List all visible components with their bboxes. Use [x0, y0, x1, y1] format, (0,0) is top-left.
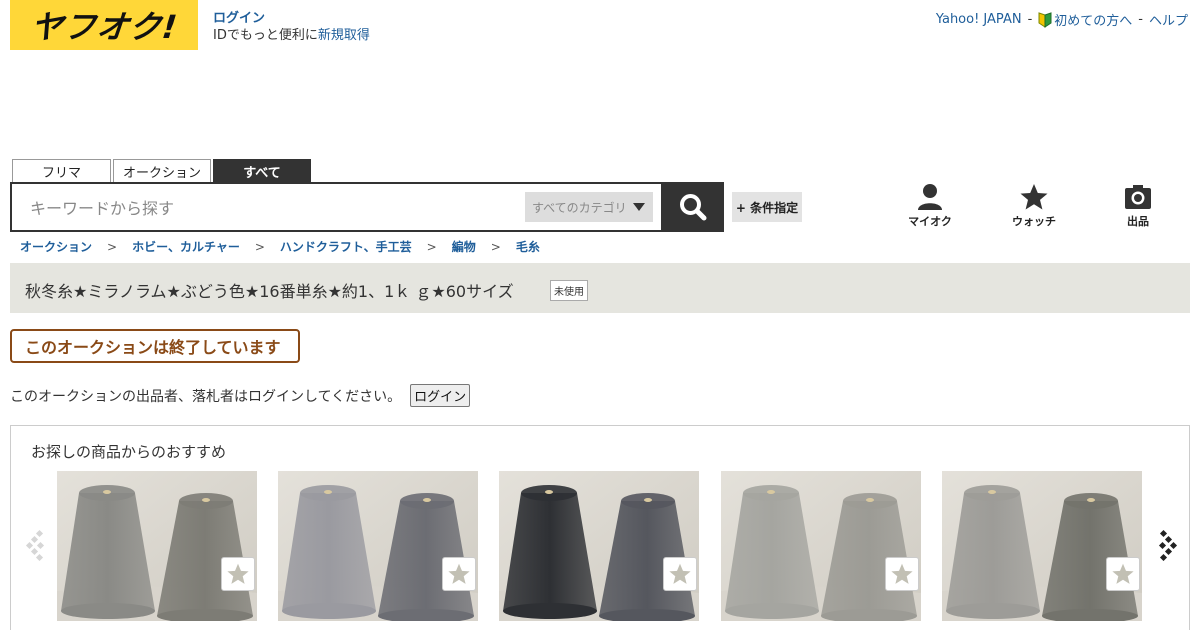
yarn-cone-photo	[499, 471, 699, 621]
tab-auction[interactable]: オークション	[113, 159, 211, 183]
my-auction-button[interactable]: マイオク	[895, 183, 965, 229]
watch-button[interactable]	[885, 557, 919, 591]
search-tabs: フリマ オークション すべて	[12, 159, 311, 183]
star-icon	[227, 563, 249, 584]
recommended-item[interactable]	[721, 471, 921, 621]
star-icon	[448, 563, 470, 584]
login-link[interactable]: ログイン	[213, 11, 265, 26]
sell-label: 出品	[1127, 215, 1149, 228]
recommended-item[interactable]	[942, 471, 1142, 621]
breadcrumb-separator: >	[490, 239, 501, 254]
yahoo-japan-link[interactable]: Yahoo! JAPAN	[936, 12, 1022, 27]
logo-text: ヤフオク!	[28, 8, 180, 46]
breadcrumb-separator: >	[107, 239, 118, 254]
carousel-next-arrow-icon[interactable]	[1156, 529, 1178, 561]
camera-icon	[1125, 185, 1151, 209]
user-icon	[918, 184, 942, 210]
chevron-down-icon	[633, 203, 645, 211]
breadcrumb-auction[interactable]: オークション	[20, 238, 92, 255]
star-icon	[1112, 563, 1134, 584]
login-notice-text: このオークションの出品者、落札者はログインしてください。	[10, 388, 402, 405]
recommended-item[interactable]	[278, 471, 478, 621]
breadcrumb-yarn[interactable]: 毛糸	[516, 238, 540, 255]
search-input[interactable]	[30, 196, 510, 220]
breadcrumb-separator: >	[426, 239, 437, 254]
search-button[interactable]	[662, 182, 724, 232]
watch-button[interactable]	[442, 557, 476, 591]
breadcrumb-separator: >	[254, 239, 265, 254]
yarn-cone-photo	[721, 471, 921, 621]
category-select[interactable]: すべてのカテゴリ	[525, 192, 653, 222]
watch-button[interactable]	[1106, 557, 1140, 591]
notice-login-button[interactable]: ログイン	[410, 384, 471, 407]
item-title-bar: 秋冬糸★ミラノラム★ぶどう色★16番単糸★約1、1ｋ ｇ★60サイズ 未使用	[10, 263, 1190, 313]
id-promo-text: IDでもっと便利に	[213, 28, 318, 43]
breadcrumb-handcraft[interactable]: ハンドクラフト、手工芸	[280, 238, 412, 255]
watch-list-label: ウォッチ	[1012, 215, 1056, 228]
recommended-item[interactable]	[499, 471, 699, 621]
my-auction-label: マイオク	[908, 215, 952, 228]
login-box: ログイン IDでもっと便利に新規取得	[213, 10, 370, 44]
category-select-label: すべてのカテゴリ	[532, 200, 627, 215]
yarn-cone-photo	[942, 471, 1142, 621]
watch-list-button[interactable]: ウォッチ	[999, 183, 1069, 229]
tab-flea-market[interactable]: フリマ	[12, 159, 111, 183]
yarn-cone-photo	[57, 471, 257, 621]
recommended-item[interactable]	[57, 471, 257, 621]
watch-button[interactable]	[221, 557, 255, 591]
conditions-button[interactable]: + 条件指定	[732, 192, 802, 222]
star-icon	[891, 563, 913, 584]
sell-button[interactable]: 出品	[1103, 183, 1173, 229]
auction-ended-label: このオークションは終了しています	[10, 329, 300, 363]
link-separator: -	[1027, 12, 1033, 27]
star-icon	[1020, 184, 1048, 210]
item-title: 秋冬糸★ミラノラム★ぶどう色★16番単糸★約1、1ｋ ｇ★60サイズ	[25, 282, 514, 301]
search-icon	[680, 194, 707, 221]
watch-button[interactable]	[663, 557, 697, 591]
tab-all[interactable]: すべて	[213, 159, 311, 183]
breadcrumb-hobby-culture[interactable]: ホビー、カルチャー	[132, 238, 240, 255]
carousel-prev-arrow-icon[interactable]	[25, 529, 47, 561]
login-notice: このオークションの出品者、落札者はログインしてください。 ログイン	[10, 384, 471, 407]
breadcrumb-knitting[interactable]: 編物	[452, 238, 476, 255]
condition-badge: 未使用	[550, 280, 588, 301]
search-bar: すべてのカテゴリ	[10, 182, 663, 232]
beginner-link-label[interactable]: 初めての方へ	[1054, 14, 1132, 29]
breadcrumb: オークション > ホビー、カルチャー > ハンドクラフト、手工芸 > 編物 > …	[20, 238, 540, 255]
help-link[interactable]: ヘルプ	[1149, 10, 1188, 29]
beginner-mark-icon	[1038, 12, 1052, 28]
top-links: Yahoo! JAPAN - 初めての方へ - ヘルプ	[936, 10, 1188, 29]
recommendations-panel: お探しの商品からのおすすめ	[10, 425, 1190, 630]
yahoo-auction-logo[interactable]: ヤフオク!	[10, 0, 198, 50]
beginner-link[interactable]: 初めての方へ	[1038, 10, 1132, 29]
yarn-cone-photo	[278, 471, 478, 621]
star-icon	[669, 563, 691, 584]
link-separator: -	[1138, 12, 1143, 27]
signup-link[interactable]: 新規取得	[318, 28, 370, 43]
recommendations-heading: お探しの商品からのおすすめ	[31, 443, 227, 461]
